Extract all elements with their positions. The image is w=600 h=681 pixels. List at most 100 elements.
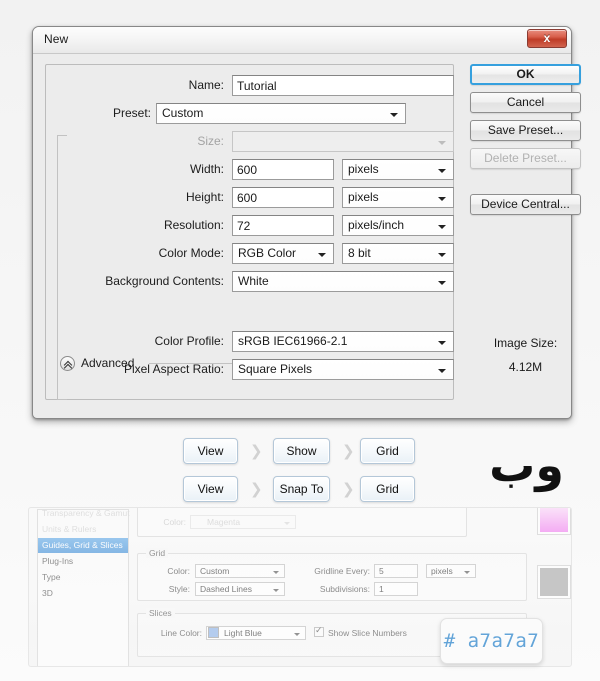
gridline-unit-combo[interactable]: pixels [426, 564, 476, 578]
width-unit-combo[interactable]: pixels [342, 159, 454, 180]
show-slice-numbers-label: Show Slice Numbers [328, 628, 407, 638]
width-unit-value: pixels [348, 162, 379, 176]
background-contents-value: White [238, 274, 269, 288]
grid-color-value: Custom [200, 566, 230, 576]
chevron-down-icon [438, 253, 446, 257]
magenta-swatch [537, 508, 571, 535]
watermark-logo: وب [492, 438, 564, 492]
guides-color-combo[interactable]: Magenta [190, 515, 296, 529]
grid-style-combo[interactable]: Dashed Lines [195, 582, 285, 596]
grid-color-combo[interactable]: Custom [195, 564, 285, 578]
image-size-value: 4.12M [508, 360, 543, 374]
color-profile-combo[interactable]: sRGB IEC61966-2.1 [232, 331, 454, 352]
dialog-body: Name: Preset: Custom Size: Width: pixels [33, 54, 581, 418]
subdivisions-label: Subdivisions: [319, 584, 370, 594]
background-contents-combo[interactable]: White [232, 271, 454, 292]
grid-style-label: Style: [168, 584, 190, 594]
preset-combo[interactable]: Custom [156, 103, 406, 124]
grid-group: Grid Color: Custom Style: Dashed Lines G… [137, 548, 527, 601]
sidebar-item-guides-grid[interactable]: Guides, Grid & Slices [38, 538, 128, 553]
sidebar-item-units-rulers[interactable]: Units & Rulers [38, 522, 128, 537]
chevron-down-icon [390, 113, 398, 117]
breadcrumb-grid-button-2[interactable]: Grid [360, 476, 415, 502]
color-mode-label: Color Mode: [158, 246, 224, 260]
chevron-down-icon [438, 369, 446, 373]
cancel-button[interactable]: Cancel [470, 92, 581, 113]
color-depth-combo[interactable]: 8 bit [342, 243, 454, 264]
color-mode-value: RGB Color [238, 246, 297, 260]
image-size-label: Image Size: [493, 336, 558, 350]
color-mode-combo[interactable]: RGB Color [232, 243, 334, 264]
name-input[interactable] [232, 75, 454, 96]
magenta-swatch-fill [540, 508, 568, 532]
guides-group: Color: Magenta [137, 508, 467, 537]
height-unit-combo[interactable]: pixels [342, 187, 454, 208]
device-central-button[interactable]: Device Central... [470, 194, 581, 215]
size-combo [232, 131, 454, 152]
ok-button[interactable]: OK [470, 64, 581, 85]
delete-preset-button: Delete Preset... [470, 148, 581, 169]
breadcrumb-show-button[interactable]: Show [273, 438, 330, 464]
gray-swatch-fill [540, 568, 568, 596]
sidebar-item-3d[interactable]: 3D [38, 586, 128, 601]
color-profile-value: sRGB IEC61966-2.1 [238, 334, 348, 348]
chevron-right-icon [250, 482, 264, 497]
pixel-aspect-ratio-combo[interactable]: Square Pixels [232, 359, 454, 380]
new-document-dialog: New x Name: Preset: Custom Size: Width: [32, 26, 581, 419]
slice-line-color-swatch[interactable] [208, 627, 219, 638]
grid-color-label: Color: [167, 566, 190, 576]
breadcrumb-row-show: View Show Grid [183, 438, 433, 466]
pixel-aspect-ratio-value: Square Pixels [238, 362, 313, 376]
subdivisions-input[interactable] [374, 582, 418, 596]
breadcrumb-view-button-2[interactable]: View [183, 476, 238, 502]
sidebar-item-type[interactable]: Type [38, 570, 128, 585]
sidebar-item-plugins[interactable]: Plug-Ins [38, 554, 128, 569]
chevron-down-icon [438, 341, 446, 345]
color-profile-label: Color Profile: [154, 334, 224, 348]
chevron-down-icon [284, 522, 290, 525]
show-slice-numbers-checkbox[interactable] [314, 625, 324, 637]
hex-color-callout: # a7a7a7 [440, 618, 543, 664]
preset-label: Preset: [112, 106, 151, 120]
dialog-titlebar[interactable]: New x [33, 27, 571, 54]
chevron-right-icon [342, 444, 356, 459]
resolution-unit-combo[interactable]: pixels/inch [342, 215, 454, 236]
save-preset-button[interactable]: Save Preset... [470, 120, 581, 141]
color-depth-value: 8 bit [348, 246, 371, 260]
chevron-right-icon [250, 444, 264, 459]
size-label: Size: [197, 134, 224, 148]
chevron-down-icon [438, 281, 446, 285]
guides-color-label: Color: [163, 517, 186, 527]
sidebar-item-transparency[interactable]: Transparency & Gamut [38, 508, 130, 521]
slice-line-color-label: Line Color: [160, 628, 202, 638]
guides-color-value: Magenta [207, 517, 241, 527]
preset-combo-value: Custom [162, 106, 204, 120]
height-unit-value: pixels [348, 190, 379, 204]
close-icon[interactable]: x [527, 29, 567, 48]
height-input[interactable] [232, 187, 334, 208]
gridline-unit-value: pixels [431, 566, 453, 576]
resolution-input[interactable] [232, 215, 334, 236]
gridline-every-label: Gridline Every: [314, 566, 370, 576]
breadcrumb-row-snapto: View Snap To Grid [183, 476, 433, 504]
grid-group-title: Grid [146, 548, 169, 558]
breadcrumb-grid-button[interactable]: Grid [360, 438, 415, 464]
resolution-label: Resolution: [163, 218, 224, 232]
preferences-sidebar: Transparency & Gamut Units & Rulers Guid… [37, 508, 130, 666]
height-label: Height: [185, 190, 224, 204]
slice-line-color-combo[interactable]: Light Blue [206, 626, 306, 640]
chevron-down-icon [294, 633, 300, 636]
breadcrumb-view-button[interactable]: View [183, 438, 238, 464]
chevron-down-icon [273, 589, 279, 592]
slice-line-color-value: Light Blue [224, 628, 262, 638]
pixel-aspect-ratio-label: Pixel Aspect Ratio: [123, 362, 224, 376]
breadcrumb-snapto-button[interactable]: Snap To [273, 476, 330, 502]
width-input[interactable] [232, 159, 334, 180]
gridline-every-input[interactable] [374, 564, 418, 578]
chevron-down-icon [438, 169, 446, 173]
hex-color-value: # a7a7a7 [443, 630, 540, 652]
chevron-down-icon [273, 571, 279, 574]
dialog-title: New [44, 32, 69, 46]
width-label: Width: [189, 162, 224, 176]
chevron-right-icon [342, 482, 356, 497]
